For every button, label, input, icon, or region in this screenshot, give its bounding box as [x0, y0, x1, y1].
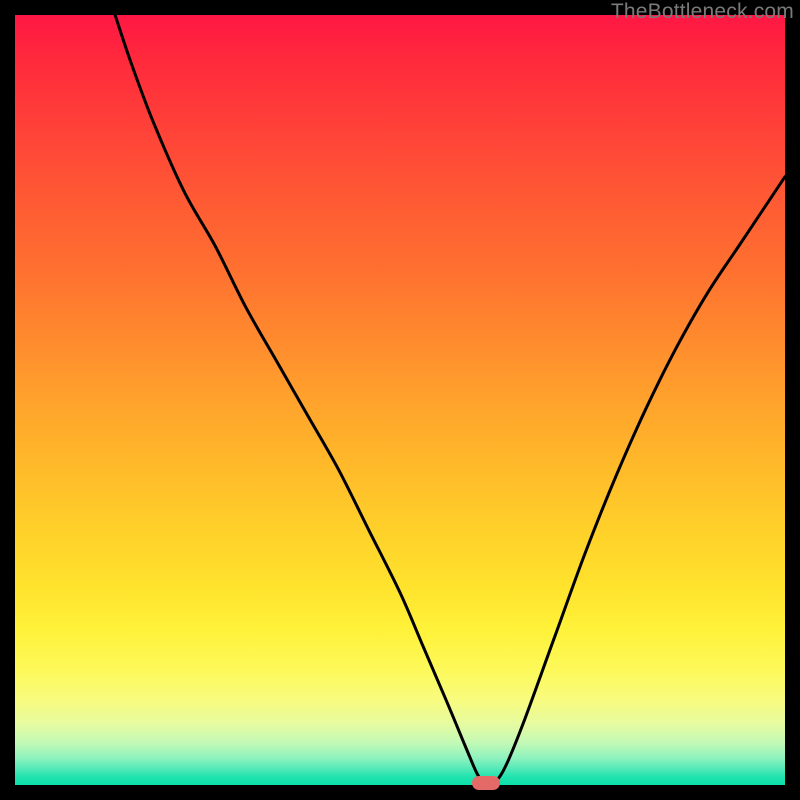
watermark-text: TheBottleneck.com [611, 0, 794, 24]
chart-frame: TheBottleneck.com [0, 0, 800, 800]
bottleneck-curve [15, 15, 785, 785]
plot-area [15, 15, 785, 785]
optimum-marker [472, 776, 500, 790]
